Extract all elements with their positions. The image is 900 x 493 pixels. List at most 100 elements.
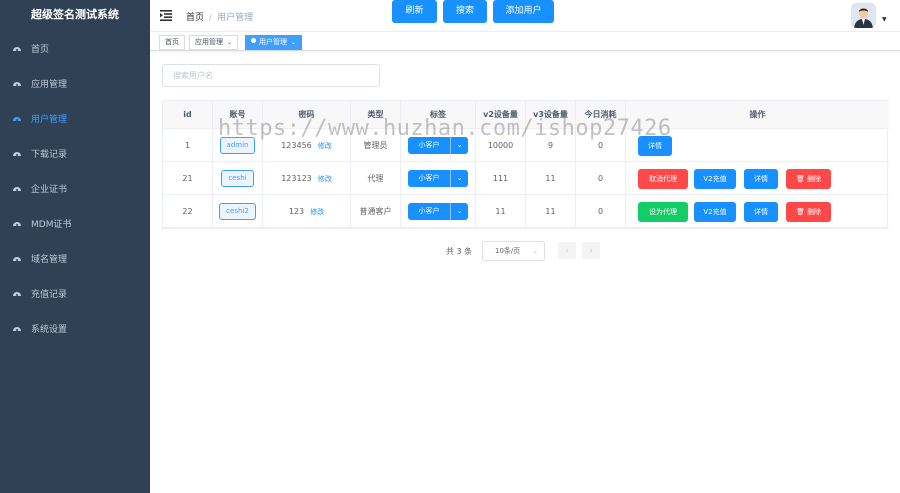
sidebar-item-label: 系统设置	[31, 324, 68, 335]
dashboard-icon	[13, 327, 21, 331]
dashboard-icon	[13, 152, 21, 156]
set-agent-button[interactable]: 设为代理	[638, 202, 688, 222]
account-tag: admin	[219, 137, 256, 154]
breadcrumb-separator: /	[209, 13, 213, 23]
table-row: 21 ceshi 123123 修改 代理 小客户 ⌄ 111 11 0 取消代理 …	[163, 162, 889, 195]
delete-button[interactable]: 🗑 删除	[786, 169, 831, 189]
tag-dropdown-label: 小客户	[418, 174, 440, 182]
sidebar-item-recharge[interactable]: 充值记录	[0, 276, 150, 310]
cell-v3: 11	[526, 195, 576, 228]
cancel-agent-button[interactable]: 取消代理	[638, 169, 688, 189]
tag-dropdown-button[interactable]: 小客户 ⌄	[408, 137, 468, 154]
cell-account: admin	[213, 129, 263, 162]
sidebar-item-downloads[interactable]: 下载记录	[0, 136, 150, 170]
sidebar-item-settings[interactable]: 系统设置	[0, 311, 150, 345]
tags-view: 首页 应用管理 ⌄ 用户管理 ⌄	[150, 32, 900, 51]
cell-v2: 111	[476, 162, 526, 195]
chevron-down-icon[interactable]: ▼	[882, 16, 887, 23]
table-row: 22 ceshi2 123 修改 普通客户 小客户 ⌄ 11 11 0 设为代理 V…	[163, 195, 889, 228]
cell-today: 0	[576, 195, 626, 228]
dashboard-icon	[13, 47, 21, 51]
tag-home[interactable]: 首页	[159, 35, 185, 50]
detail-button[interactable]: 详情	[744, 169, 778, 189]
modify-password-link[interactable]: 修改	[318, 142, 332, 150]
dashboard-icon	[13, 257, 21, 261]
cell-password: 123456 修改	[263, 129, 351, 162]
page-size-select[interactable]: 10条/页 ⌄	[482, 241, 545, 261]
breadcrumb-home[interactable]: 首页	[186, 13, 204, 23]
sidebar-item-home[interactable]: 首页	[0, 31, 150, 65]
delete-label: 删除	[807, 175, 822, 183]
column-header: v3设备量	[526, 101, 576, 129]
column-header: 今日消耗	[576, 101, 626, 129]
account-tag: ceshi	[221, 170, 254, 187]
tag-dropdown-button[interactable]: 小客户 ⌄	[408, 203, 468, 220]
cell-tag: 小客户 ⌄	[401, 162, 476, 195]
sidebar-item-label: 下载记录	[31, 149, 68, 160]
tag-label: 应用管理	[195, 38, 223, 46]
chevron-down-icon[interactable]: ⌄	[450, 137, 468, 154]
sidebar-item-label: 首页	[31, 44, 50, 55]
sidebar-item-apps[interactable]: 应用管理	[0, 66, 150, 100]
v2-recharge-button[interactable]: V2充值	[694, 202, 736, 222]
column-header: 密码	[263, 101, 351, 129]
delete-label: 删除	[807, 208, 822, 216]
search-button[interactable]: 搜索	[443, 0, 487, 23]
prev-page-button[interactable]: ‹	[558, 242, 576, 259]
table-row: 1 admin 123456 修改 管理员 小客户 ⌄ 10000 9 0 详情	[163, 129, 889, 162]
cell-v3: 11	[526, 162, 576, 195]
cell-password: 123123 修改	[263, 162, 351, 195]
tag-label: 用户管理	[259, 38, 287, 46]
sidebar-item-mdm-cert[interactable]: MDM证书	[0, 206, 150, 240]
column-header: 操作	[749, 110, 766, 119]
close-icon[interactable]: ⌄	[291, 39, 296, 46]
tag-dropdown-label: 小客户	[418, 207, 440, 215]
cell-account: ceshi2	[213, 195, 263, 228]
tag-dropdown-label: 小客户	[418, 141, 440, 149]
hamburger-icon[interactable]	[160, 10, 172, 21]
tag-users[interactable]: 用户管理 ⌄	[245, 35, 303, 50]
next-page-button[interactable]: ›	[582, 242, 600, 259]
pagination-total: 共 3 条	[446, 247, 473, 256]
trash-icon: 🗑	[795, 208, 808, 216]
close-icon[interactable]: ⌄	[227, 39, 232, 46]
sidebar-item-label: 企业证书	[31, 184, 68, 195]
avatar[interactable]	[851, 3, 876, 28]
delete-button[interactable]: 🗑 删除	[786, 202, 831, 222]
column-header: 账号	[213, 101, 263, 129]
sidebar-item-label: 充值记录	[31, 289, 68, 300]
password-text: 123	[288, 207, 305, 216]
cell-id: 22	[163, 195, 213, 228]
chevron-down-icon: ⌄	[532, 247, 538, 255]
password-text: 123123	[281, 174, 312, 183]
dashboard-icon	[13, 222, 21, 226]
sidebar-item-label: 应用管理	[31, 79, 68, 90]
breadcrumb: 首页 / 用户管理	[186, 10, 253, 23]
app-root: 超级签名测试系统 首页 应用管理 用户管理 下载记录 企业证书 MDM证书 域名…	[0, 0, 900, 493]
chevron-down-icon[interactable]: ⌄	[450, 203, 468, 220]
sidebar-item-users[interactable]: 用户管理	[0, 101, 150, 135]
modify-password-link[interactable]: 修改	[318, 175, 332, 183]
detail-button[interactable]: 详情	[638, 136, 672, 156]
users-table: id 账号 密码 类型 标签 v2设备量 v3设备量 今日消耗 操作 1 adm…	[162, 100, 889, 229]
dashboard-icon	[13, 187, 21, 191]
refresh-button[interactable]: 刷新	[392, 0, 437, 23]
cell-id: 1	[163, 129, 213, 162]
tag-apps[interactable]: 应用管理 ⌄	[189, 35, 239, 50]
chevron-down-icon[interactable]: ⌄	[450, 170, 468, 187]
sidebar-item-domains[interactable]: 域名管理	[0, 241, 150, 275]
cell-type: 代理	[351, 162, 401, 195]
modify-password-link[interactable]: 修改	[310, 208, 324, 216]
tag-dropdown-button[interactable]: 小客户 ⌄	[408, 170, 468, 187]
cell-today: 0	[576, 129, 626, 162]
cell-actions: 取消代理 V2充值 详情 🗑 删除	[626, 162, 889, 195]
column-header: 标签	[401, 101, 476, 129]
sidebar-item-enterprise-cert[interactable]: 企业证书	[0, 171, 150, 205]
search-input[interactable]	[162, 64, 380, 87]
v2-recharge-button[interactable]: V2充值	[694, 169, 736, 189]
add-user-button[interactable]: 添加用户	[493, 0, 554, 23]
dashboard-icon	[13, 82, 21, 86]
cell-tag: 小客户 ⌄	[401, 195, 476, 228]
detail-button[interactable]: 详情	[744, 202, 778, 222]
active-dot-icon	[251, 38, 256, 43]
